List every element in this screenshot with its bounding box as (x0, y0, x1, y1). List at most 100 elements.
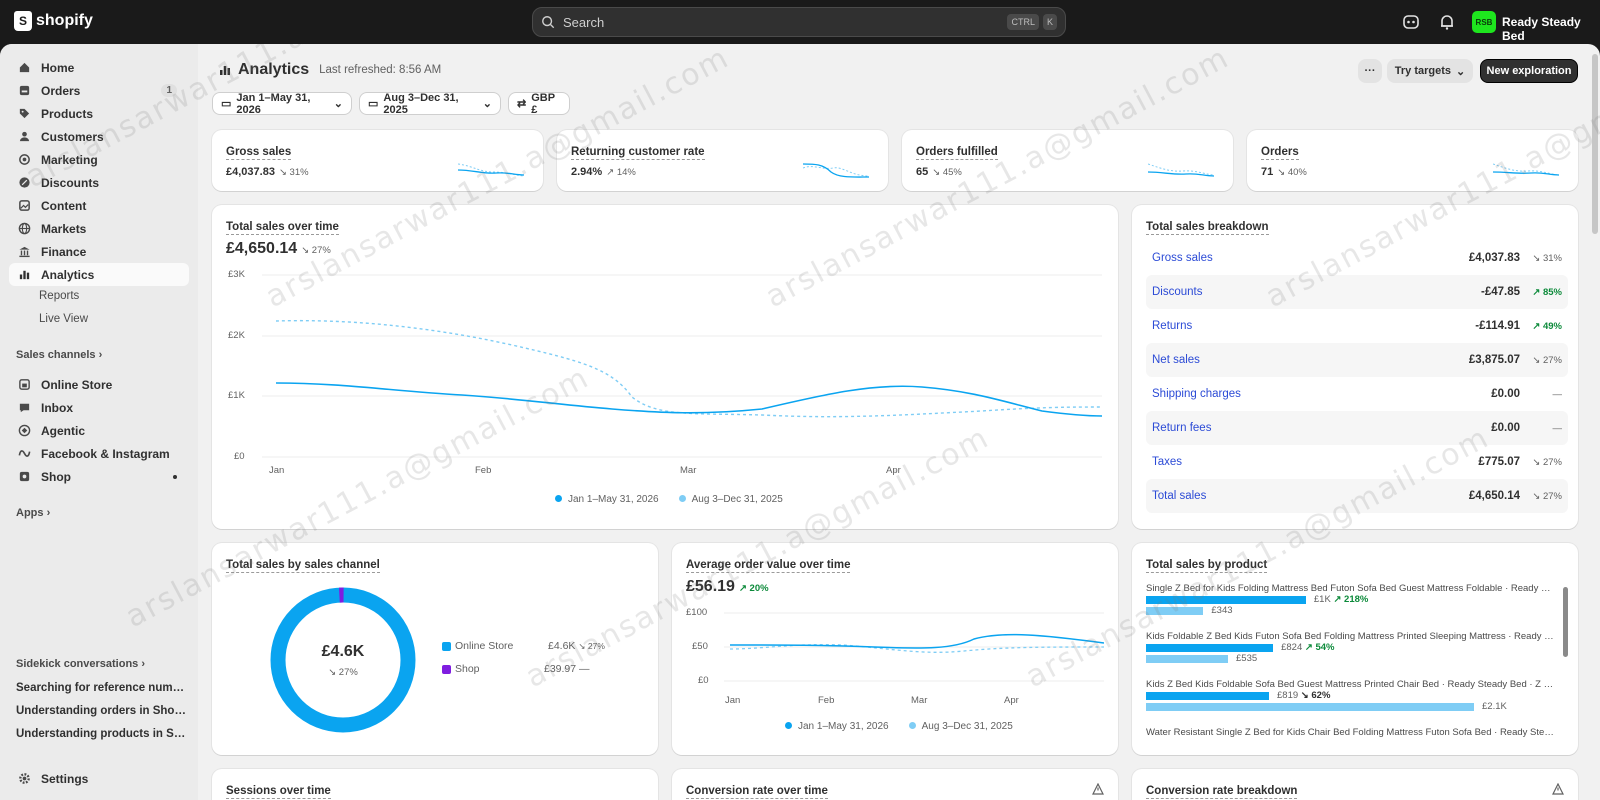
sidekick-conversation[interactable]: Understanding products in Sh... (16, 728, 188, 740)
breakdown-label: Return fees (1152, 422, 1212, 434)
tag-icon (19, 108, 30, 119)
breakdown-label: Gross sales (1152, 252, 1213, 264)
product-value-current: £819 ↘ 62% (1277, 690, 1330, 701)
sidebar-item-analytics[interactable]: Analytics (9, 263, 189, 286)
sidekick-icon[interactable] (1402, 13, 1420, 31)
channel-legend-online-store[interactable]: Online Store (442, 640, 513, 652)
sidebar-item-customers[interactable]: Customers (9, 125, 189, 148)
kpi-card-orders[interactable]: Orders 71 ↘ 40% (1247, 130, 1578, 191)
breakdown-row-return-fees[interactable]: Return fees £0.00 — (1146, 411, 1568, 445)
sidebar-channel-shop[interactable]: Shop (9, 465, 189, 488)
total-sales-breakdown-card[interactable]: Total sales breakdown Gross sales £4,037.… (1132, 205, 1578, 529)
product-list-scrollbar[interactable] (1563, 581, 1568, 741)
kpi-change-value: 31% (289, 167, 309, 178)
breakdown-row-net-sales[interactable]: Net sales £3,875.07 ↘ 27% (1146, 343, 1568, 377)
kpi-card-gross-sales[interactable]: Gross sales £4,037.83 ↘ 31% (212, 130, 543, 191)
apps-heading[interactable]: Apps › (16, 507, 50, 519)
shopify-bag-icon (14, 11, 32, 31)
sales-channels-heading[interactable]: Sales channels › (16, 349, 102, 361)
x-tick: Feb (475, 465, 492, 476)
breakdown-row-discounts[interactable]: Discounts -£47.85 ↗ 85% (1146, 275, 1568, 309)
product-name[interactable]: Kids Foldable Z Bed Kids Futon Sofa Bed … (1146, 631, 1556, 642)
search-icon (542, 16, 555, 29)
breakdown-row-returns[interactable]: Returns -£114.91 ↗ 49% (1146, 309, 1568, 343)
kpi-value: 65 (916, 166, 929, 178)
product-name[interactable]: Single Z Bed for Kids Folding Mattress B… (1146, 583, 1556, 594)
sidebar-sub-live-view[interactable]: Live View (39, 313, 88, 325)
currency-label: GBP £ (531, 91, 555, 116)
globe-icon (18, 222, 31, 235)
sales-by-product-card[interactable]: Total sales by product Single Z Bed for … (1132, 543, 1578, 755)
legend-item-current[interactable]: Jan 1–May 31, 2026 (785, 721, 889, 732)
sidekick-conversation[interactable]: Understanding orders in Shopify (16, 705, 188, 717)
legend-item-compare[interactable]: Aug 3–Dec 31, 2025 (678, 494, 783, 505)
store-avatar[interactable]: RSB (1472, 11, 1496, 33)
average-order-value-card[interactable]: Average order value over time £56.19 ↗ 20… (672, 543, 1118, 755)
sidebar-item-home[interactable]: Home (9, 56, 189, 79)
store-name[interactable]: Ready Steady Bed (1502, 15, 1600, 43)
sidebar-item-settings[interactable]: Settings (9, 767, 189, 790)
product-bar-previous (1146, 655, 1228, 663)
product-bar-previous (1146, 703, 1474, 711)
sales-line-chart (262, 274, 1102, 458)
sidebar-item-marketing[interactable]: Marketing (9, 148, 189, 171)
new-exploration-button[interactable]: New exploration (1480, 59, 1578, 83)
kpi-value: £4,037.83 (226, 166, 275, 178)
sidebar-sub-reports[interactable]: Reports (39, 290, 79, 302)
sidebar: Home Orders 1 Products Customers Marketi… (0, 44, 198, 800)
conversion-rate-breakdown-card[interactable]: Conversion rate breakdown (1132, 769, 1578, 800)
search-bar[interactable]: Search CTRL K (532, 7, 1066, 37)
sales-channels-label: Sales channels (16, 349, 96, 361)
kpi-change: ↘ 40% (1277, 167, 1307, 178)
warning-icon[interactable] (1552, 783, 1564, 795)
kpi-card-returning-customer-rate[interactable]: Returning customer rate 2.94% ↗ 14% (557, 130, 888, 191)
sidebar-item-finance[interactable]: Finance (9, 240, 189, 263)
sidebar-channel-online-store[interactable]: Online Store (9, 373, 189, 396)
breakdown-change: ↗ 85% (1532, 286, 1562, 298)
breakdown-row-taxes[interactable]: Taxes £775.07 ↘ 27% (1146, 445, 1568, 479)
legend-item-compare[interactable]: Aug 3–Dec 31, 2025 (908, 721, 1013, 732)
legend-item-current[interactable]: Jan 1–May 31, 2026 (555, 494, 659, 505)
sparkline (458, 163, 524, 177)
bell-icon[interactable] (1438, 13, 1456, 31)
sidebar-item-content[interactable]: Content (9, 194, 189, 217)
sidebar-item-label: Content (41, 198, 87, 213)
scrollbar-thumb[interactable] (1563, 587, 1568, 657)
breakdown-row-gross-sales[interactable]: Gross sales £4,037.83 ↘ 31% (1146, 241, 1568, 275)
warning-icon[interactable] (1092, 783, 1104, 795)
channel-legend-shop[interactable]: Shop (442, 663, 480, 675)
sidebar-channel-agentic[interactable]: Agentic (9, 419, 189, 442)
try-targets-button[interactable]: Try targets ⌄ (1387, 59, 1473, 83)
kpi-value-row: £4,037.83 ↘ 31% (226, 166, 309, 178)
sidebar-item-discounts[interactable]: Discounts (9, 171, 189, 194)
x-tick: Apr (1004, 695, 1019, 706)
main-surface: Home Orders 1 Products Customers Marketi… (0, 44, 1600, 800)
currency-picker[interactable]: ⇄ GBP £ (508, 91, 570, 116)
product-name[interactable]: Kids Z Bed Kids Foldable Sofa Bed Guest … (1146, 679, 1556, 690)
sidebar-item-products[interactable]: Products (9, 102, 189, 125)
breakdown-row-shipping-charges[interactable]: Shipping charges £0.00 — (1146, 377, 1568, 411)
sidekick-conversation[interactable]: Searching for reference numb... (16, 682, 188, 694)
page-scrollbar-thumb[interactable] (1592, 54, 1598, 234)
date-range-picker[interactable]: ▭ Jan 1–May 31, 2026 ⌄ (212, 92, 352, 116)
more-actions-button[interactable]: ··· (1358, 59, 1382, 83)
sidekick-heading[interactable]: Sidekick conversations › (16, 658, 145, 670)
shopify-logo[interactable]: shopify (14, 11, 93, 31)
sidebar-channel-inbox[interactable]: Inbox (9, 396, 189, 419)
product-name[interactable]: Water Resistant Single Z Bed for Kids Ch… (1146, 727, 1556, 738)
sidebar-item-markets[interactable]: Markets (9, 217, 189, 240)
sidebar-item-label: Agentic (41, 423, 86, 438)
total-sales-value-row: £4,650.14 ↘ 27% (226, 240, 331, 258)
kpi-card-orders-fulfilled[interactable]: Orders fulfilled 65 ↘ 45% (902, 130, 1233, 191)
sales-by-channel-card[interactable]: Total sales by sales channel £4.6K ↘ 27%… (212, 543, 658, 755)
total-sales-over-time-card[interactable]: Total sales over time £4,650.14 ↘ 27% £3K… (212, 205, 1118, 529)
sidebar-item-orders[interactable]: Orders 1 (9, 79, 189, 102)
breakdown-row-total-sales[interactable]: Total sales £4,650.14 ↘ 27% (1146, 479, 1568, 513)
channel-name: Shop (455, 663, 480, 675)
aov-change-value: 20% (749, 583, 769, 594)
compare-range-picker[interactable]: ▭ Aug 3–Dec 31, 2025 ⌄ (359, 92, 501, 116)
sidebar-channel-facebook-instagram[interactable]: Facebook & Instagram (9, 442, 189, 465)
conversion-rate-over-time-card[interactable]: Conversion rate over time (672, 769, 1118, 800)
sessions-over-time-card[interactable]: Sessions over time (212, 769, 658, 800)
product-value-current: £824 ↗ 54% (1281, 642, 1334, 653)
